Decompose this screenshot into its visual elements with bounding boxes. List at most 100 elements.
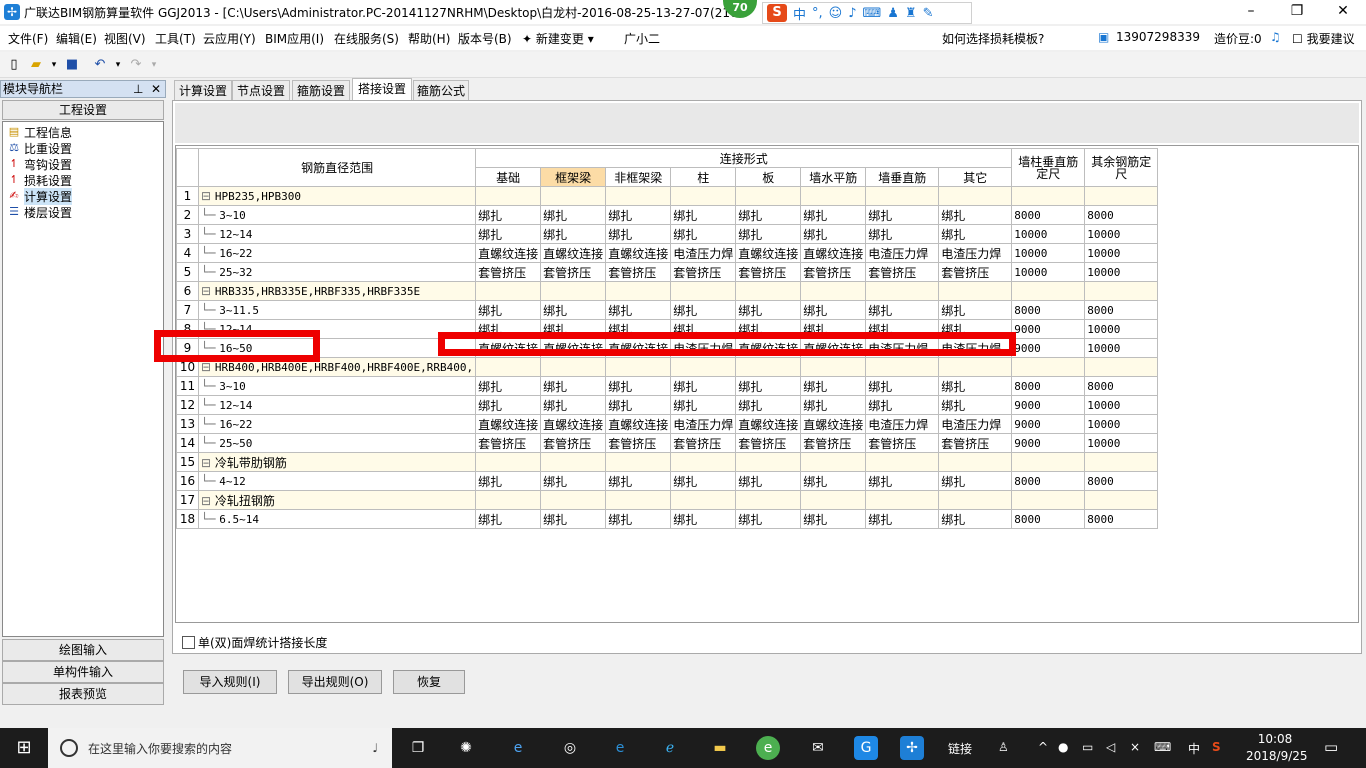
connection-cell[interactable] bbox=[670, 490, 737, 510]
notification-icon[interactable]: ▭ bbox=[1324, 738, 1338, 756]
weld-option[interactable]: 单(双)面焊统计搭接长度 bbox=[182, 634, 327, 651]
other-length-cell[interactable]: 10000 bbox=[1084, 262, 1159, 282]
connection-cell[interactable]: 绑扎 bbox=[938, 509, 1013, 529]
connection-cell[interactable]: 绑扎 bbox=[865, 205, 940, 225]
connection-cell[interactable]: 套管挤压 bbox=[800, 262, 867, 282]
table-row[interactable]: 12 └─ 12~14 绑扎 绑扎 绑扎 绑扎 绑扎 绑扎 绑扎 绑扎 9000 10000 bbox=[176, 395, 1159, 415]
table-row[interactable]: 13 └─ 16~22 直螺纹连接 直螺纹连接 直螺纹连接 电渣压力焊 直螺纹连接 直螺纹连… bbox=[176, 414, 1159, 434]
tab-lap-settings[interactable]: 搭接设置 bbox=[352, 78, 412, 101]
people-icon[interactable]: ♙ bbox=[998, 740, 1009, 754]
connection-cell[interactable]: 套管挤压 bbox=[670, 262, 737, 282]
diameter-range-cell[interactable]: └─ 12~14 bbox=[197, 224, 477, 244]
dropdown-arrow-icon[interactable]: ▾ bbox=[46, 57, 62, 73]
other-length-cell[interactable]: 8000 bbox=[1084, 300, 1159, 320]
connection-cell[interactable]: 绑扎 bbox=[475, 509, 542, 529]
row-number[interactable]: 12 bbox=[176, 395, 199, 415]
connection-cell[interactable]: 绑扎 bbox=[865, 224, 940, 244]
task-view-icon[interactable]: ❐ bbox=[406, 736, 430, 760]
tab-stirrup-formula[interactable]: 箍筋公式 bbox=[413, 80, 469, 101]
category-name-cell[interactable]: ⊟ 冷轧带肋钢筋 bbox=[197, 452, 477, 472]
row-number[interactable]: 7 bbox=[176, 300, 199, 320]
wall-length-cell[interactable]: 9000 bbox=[1011, 319, 1086, 339]
connection-cell[interactable]: 绑扎 bbox=[735, 224, 802, 244]
connection-cell[interactable]: 套管挤压 bbox=[938, 433, 1013, 453]
connection-cell[interactable] bbox=[865, 281, 940, 301]
connection-cell[interactable] bbox=[865, 186, 940, 206]
connection-cell[interactable]: 绑扎 bbox=[605, 471, 672, 491]
connection-cell[interactable]: 绑扎 bbox=[540, 376, 607, 396]
export-rules-button[interactable]: 导出规则(O) bbox=[288, 670, 382, 694]
diameter-range-cell[interactable]: └─ 6.5~14 bbox=[197, 509, 477, 529]
nav-report-preview[interactable]: 报表预览 bbox=[2, 683, 164, 705]
connection-cell[interactable]: 套管挤压 bbox=[605, 262, 672, 282]
taskbar-search[interactable]: 在这里输入你要搜索的内容 ♩ bbox=[48, 728, 392, 768]
connection-cell[interactable]: 电渣压力焊 bbox=[670, 414, 737, 434]
close-button[interactable]: ✕ bbox=[1320, 0, 1366, 24]
nav-item-loss[interactable]: ↿ 损耗设置 bbox=[7, 172, 72, 188]
wrench-icon[interactable]: ✎ bbox=[923, 6, 934, 21]
menu-edit[interactable]: 编辑(E) bbox=[56, 30, 97, 47]
redo-icon[interactable]: ↷ bbox=[128, 57, 144, 73]
connection-cell[interactable]: 绑扎 bbox=[605, 224, 672, 244]
save-icon[interactable]: ■ bbox=[64, 57, 80, 73]
input-language[interactable]: 中 bbox=[1188, 740, 1200, 757]
wall-length-cell[interactable]: 9000 bbox=[1011, 395, 1086, 415]
connection-cell[interactable] bbox=[475, 357, 542, 377]
table-row[interactable]: 3 └─ 12~14 绑扎 绑扎 绑扎 绑扎 绑扎 绑扎 绑扎 绑扎 10000 10000 bbox=[176, 224, 1159, 244]
wall-length-cell[interactable] bbox=[1011, 357, 1086, 377]
menu-version[interactable]: 版本号(B) bbox=[458, 30, 512, 47]
ie-icon[interactable]: ℯ bbox=[658, 736, 682, 760]
connection-cell[interactable]: 绑扎 bbox=[938, 300, 1013, 320]
menu-file[interactable]: 文件(F) bbox=[8, 30, 48, 47]
pin-icon[interactable]: ⊥ bbox=[133, 81, 143, 97]
connection-cell[interactable]: 绑扎 bbox=[670, 224, 737, 244]
connection-cell[interactable]: 绑扎 bbox=[475, 300, 542, 320]
connection-cell[interactable]: 直螺纹连接 bbox=[800, 414, 867, 434]
connection-cell[interactable] bbox=[800, 281, 867, 301]
nav-single-component-input[interactable]: 单构件输入 bbox=[2, 661, 164, 683]
menu-assistant[interactable]: 广小二 bbox=[624, 30, 660, 47]
connection-cell[interactable]: 绑扎 bbox=[670, 300, 737, 320]
connection-cell[interactable]: 绑扎 bbox=[938, 376, 1013, 396]
other-length-cell[interactable]: 10000 bbox=[1084, 395, 1159, 415]
connection-cell[interactable]: 套管挤压 bbox=[800, 433, 867, 453]
connection-cell[interactable] bbox=[800, 186, 867, 206]
wall-length-cell[interactable]: 9000 bbox=[1011, 338, 1086, 358]
diameter-range-cell[interactable]: └─ 16~22 bbox=[197, 414, 477, 434]
connection-cell[interactable]: 电渣压力焊 bbox=[938, 414, 1013, 434]
connection-cell[interactable]: 绑扎 bbox=[540, 205, 607, 225]
connection-cell[interactable] bbox=[605, 186, 672, 206]
other-length-cell[interactable]: 10000 bbox=[1084, 338, 1159, 358]
mute-icon[interactable]: × bbox=[1130, 740, 1140, 754]
connection-cell[interactable] bbox=[735, 490, 802, 510]
category-row[interactable]: 17 ⊟ 冷轧扭钢筋 bbox=[176, 490, 1159, 510]
connection-cell[interactable]: 绑扎 bbox=[938, 471, 1013, 491]
menu-tools[interactable]: 工具(T) bbox=[155, 30, 196, 47]
category-name-cell[interactable]: ⊟ 冷轧扭钢筋 bbox=[197, 490, 477, 510]
connection-cell[interactable]: 绑扎 bbox=[540, 471, 607, 491]
connection-cell[interactable]: 套管挤压 bbox=[735, 433, 802, 453]
connection-cell[interactable]: 绑扎 bbox=[735, 471, 802, 491]
connection-cell[interactable] bbox=[540, 186, 607, 206]
connection-cell[interactable]: 直螺纹连接 bbox=[475, 414, 542, 434]
row-number[interactable]: 13 bbox=[176, 414, 199, 434]
connection-cell[interactable]: 绑扎 bbox=[605, 205, 672, 225]
menu-help[interactable]: 帮助(H) bbox=[408, 30, 450, 47]
feedback-link[interactable]: ☐ 我要建议 bbox=[1292, 30, 1355, 47]
connection-cell[interactable] bbox=[670, 186, 737, 206]
table-row[interactable]: 18 └─ 6.5~14 绑扎 绑扎 绑扎 绑扎 绑扎 绑扎 绑扎 绑扎 8000 8000 bbox=[176, 509, 1159, 529]
network-icon[interactable]: ▭ bbox=[1082, 740, 1093, 754]
menu-new-change[interactable]: ✦ 新建变更 ▾ bbox=[522, 30, 594, 47]
other-length-cell[interactable] bbox=[1084, 281, 1159, 301]
other-length-cell[interactable] bbox=[1084, 357, 1159, 377]
diameter-range-cell[interactable]: └─ 25~32 bbox=[197, 262, 477, 282]
wall-length-cell[interactable]: 10000 bbox=[1011, 243, 1086, 263]
connection-cell[interactable] bbox=[938, 490, 1013, 510]
other-length-cell[interactable]: 10000 bbox=[1084, 224, 1159, 244]
other-length-cell[interactable]: 8000 bbox=[1084, 205, 1159, 225]
360-browser-icon[interactable]: e bbox=[756, 736, 780, 760]
clock[interactable]: 10:08 2018/9/25 bbox=[1246, 731, 1308, 765]
other-length-cell[interactable] bbox=[1084, 490, 1159, 510]
wall-length-cell[interactable] bbox=[1011, 452, 1086, 472]
row-number[interactable]: 5 bbox=[176, 262, 199, 282]
